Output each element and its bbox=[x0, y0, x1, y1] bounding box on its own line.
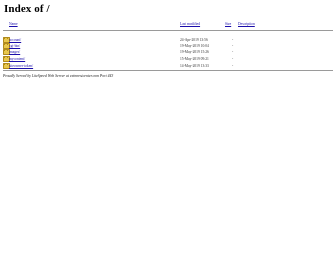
entry-size: - bbox=[232, 37, 234, 42]
column-header-description[interactable]: Description bbox=[238, 22, 255, 26]
column-header-size[interactable]: Size bbox=[225, 22, 231, 26]
column-header-name[interactable]: Name bbox=[9, 22, 18, 26]
column-header-last-modified[interactable]: Last modified bbox=[180, 22, 200, 26]
header-divider bbox=[3, 30, 333, 31]
entry-size: - bbox=[232, 56, 234, 61]
page-title: Index of / bbox=[4, 3, 50, 15]
entry-size: - bbox=[232, 63, 234, 68]
entry-modified: 15-May-2019 09:21 bbox=[180, 56, 209, 61]
entry-size: - bbox=[232, 49, 234, 54]
entry-modified: 24-Apr-2019 13:56 bbox=[180, 37, 208, 42]
entry-modified: 19-May-2019 10:04 bbox=[180, 43, 209, 48]
entry-size: - bbox=[232, 43, 234, 48]
table-row: images/ 19-May-2019 15:26 - bbox=[0, 48, 336, 55]
entry-link[interactable]: siteowner-token/ bbox=[9, 64, 33, 68]
entry-modified: 19-May-2019 15:26 bbox=[180, 49, 209, 54]
directory-listing-page: Index of / Name Last modified Size Descr… bbox=[0, 0, 336, 280]
entry-modified: 14-May-2019 13:33 bbox=[180, 63, 209, 68]
table-row: mycontent/ 15-May-2019 09:21 - bbox=[0, 55, 336, 62]
server-signature: Proudly Served by LiteSpeed Web Server a… bbox=[3, 74, 114, 78]
table-row: siteowner-token/ 14-May-2019 13:33 - bbox=[0, 62, 336, 69]
entry-link[interactable]: cgi-bin/ bbox=[9, 44, 20, 48]
entry-link[interactable]: images/ bbox=[9, 50, 20, 54]
entry-link[interactable]: mycontent/ bbox=[9, 57, 25, 61]
entry-link[interactable]: account/ bbox=[9, 38, 21, 42]
footer-divider bbox=[3, 70, 333, 71]
